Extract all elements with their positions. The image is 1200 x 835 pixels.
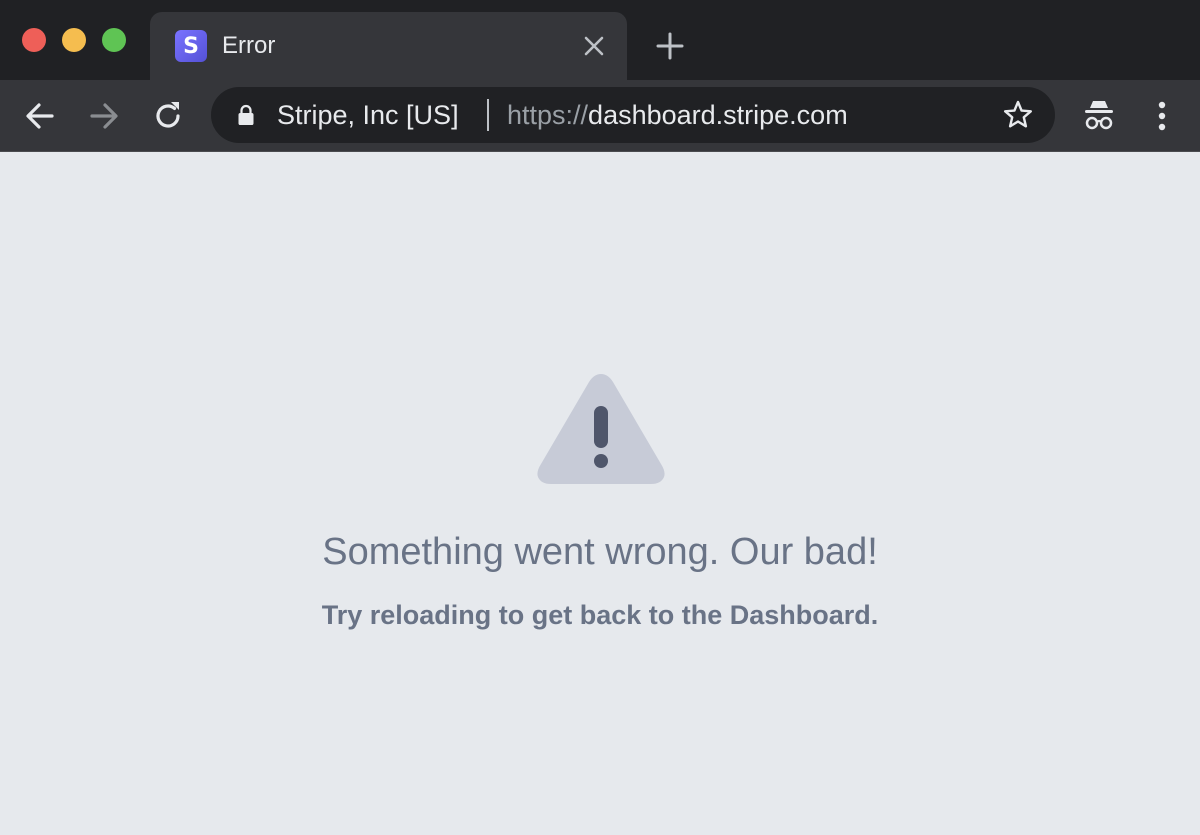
window-close-button[interactable] [22, 28, 46, 52]
incognito-icon[interactable] [1080, 98, 1118, 134]
arrow-left-icon[interactable] [22, 98, 58, 134]
stripe-logo-icon: S [175, 30, 207, 62]
window-minimize-button[interactable] [62, 28, 86, 52]
url-text[interactable]: https://dashboard.stripe.com [507, 100, 848, 131]
browser-tabstrip: S Error [0, 0, 1200, 82]
error-headline: Something went wrong. Our bad! [322, 531, 878, 573]
reload-icon[interactable] [150, 98, 186, 134]
url-divider [487, 99, 489, 131]
address-bar[interactable]: Stripe, Inc [US] https://dashboard.strip… [211, 87, 1055, 143]
lock-icon[interactable] [235, 104, 257, 126]
arrow-right-icon[interactable] [86, 98, 122, 134]
url-scheme: https:// [507, 100, 589, 130]
more-vertical-icon[interactable] [1146, 98, 1178, 134]
star-icon[interactable] [1001, 98, 1035, 132]
close-icon[interactable] [580, 32, 608, 60]
url-host: dashboard.stripe.com [588, 100, 848, 130]
warning-triangle-icon [537, 374, 665, 484]
plus-icon[interactable] [654, 30, 686, 62]
error-page: Something went wrong. Our bad! Try reloa… [0, 153, 1200, 835]
tab-title: Error [222, 32, 276, 59]
window-zoom-button[interactable] [102, 28, 126, 52]
site-identity[interactable]: Stripe, Inc [US] [277, 100, 459, 131]
error-message: Try reloading to get back to the Dashboa… [321, 600, 879, 630]
browser-tab-active[interactable]: S Error [150, 12, 627, 82]
browser-toolbar: Stripe, Inc [US] https://dashboard.strip… [0, 80, 1200, 152]
